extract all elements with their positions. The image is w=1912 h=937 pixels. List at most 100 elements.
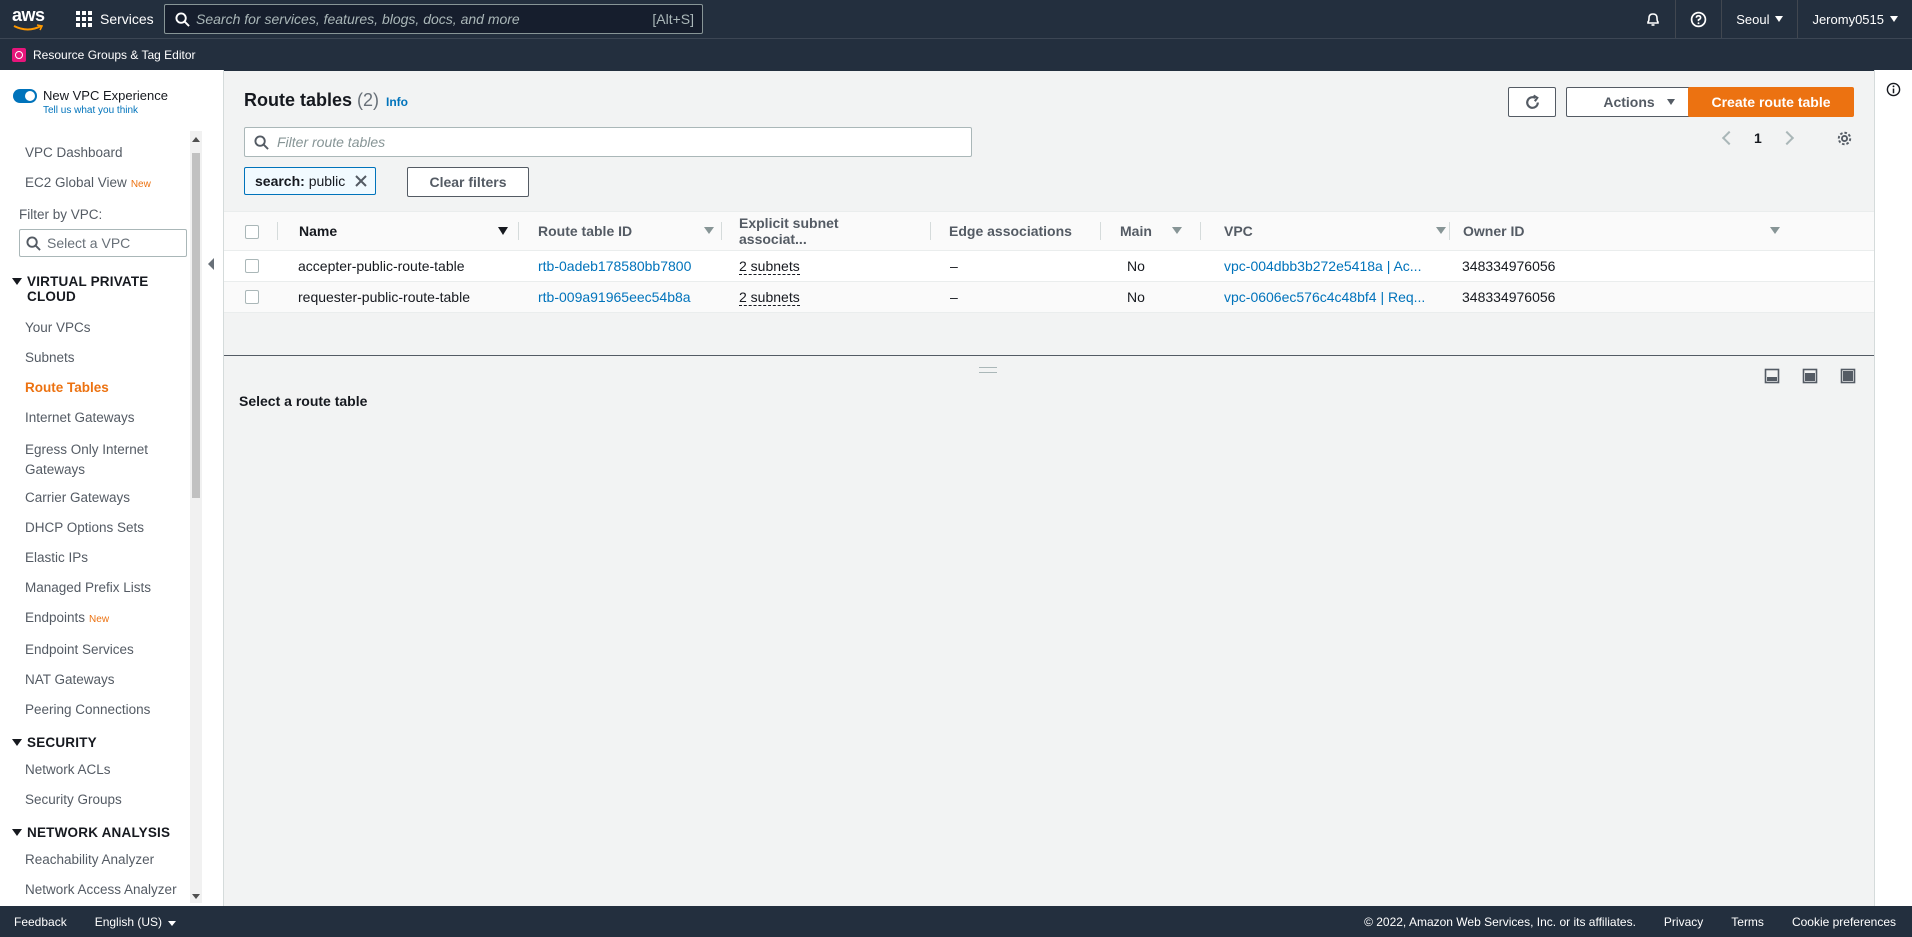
sidebar-item-endpoint-services[interactable]: Endpoint Services <box>25 642 134 657</box>
column-header-label: Name <box>299 223 338 239</box>
filter-by-vpc-label: Filter by VPC: <box>19 207 103 222</box>
column-header-route-table-id[interactable]: Route table ID <box>538 212 718 250</box>
region-selector[interactable]: Seoul <box>1721 0 1797 38</box>
cell-vpc-link[interactable]: vpc-0606ec576c4c48bf4 | Req... <box>1224 282 1425 312</box>
sidebar-item-reachability-analyzer[interactable]: Reachability Analyzer <box>25 852 154 867</box>
section-label: SECURITY <box>27 735 97 750</box>
aws-logo[interactable]: aws <box>12 5 46 33</box>
sidebar-item-dhcp-options-sets[interactable]: DHCP Options Sets <box>25 520 144 535</box>
close-icon[interactable] <box>353 173 369 189</box>
global-search-input[interactable] <box>190 11 653 27</box>
column-divider <box>518 222 519 240</box>
sidebar-item-route-tables[interactable]: Route Tables <box>25 380 109 395</box>
create-route-table-button[interactable]: Create route table <box>1688 87 1854 117</box>
scroll-up-arrow-icon[interactable] <box>192 137 200 142</box>
column-header-main[interactable]: Main <box>1120 212 1190 250</box>
services-menu-button[interactable]: Services <box>76 0 154 38</box>
cell-subnet-associations[interactable]: 2 subnets <box>739 251 800 281</box>
table-row[interactable]: requester-public-route-table rtb-009a919… <box>224 282 1874 313</box>
sidebar-item-carrier-gateways[interactable]: Carrier Gateways <box>25 490 130 505</box>
chevron-left-icon[interactable] <box>1721 130 1737 146</box>
global-search[interactable]: [Alt+S] <box>164 4 703 34</box>
panel-side-icon[interactable] <box>1802 368 1818 384</box>
pagination: 1 <box>1721 130 1794 146</box>
notifications-button[interactable] <box>1631 0 1675 38</box>
sidebar-item-elastic-ips[interactable]: Elastic IPs <box>25 550 88 565</box>
sidebar-item-network-acls[interactable]: Network ACLs <box>25 762 111 777</box>
help-button[interactable] <box>1675 0 1721 38</box>
panel-bottom-icon[interactable] <box>1764 368 1780 384</box>
info-link[interactable]: Info <box>386 95 408 109</box>
sidebar-item-endpoints[interactable]: Endpoints New <box>25 610 109 625</box>
sidebar-item-internet-gateways[interactable]: Internet Gateways <box>25 410 135 425</box>
sidebar-item-ec2-global-view[interactable]: EC2 Global View New <box>25 175 151 190</box>
collapse-sidebar-icon[interactable] <box>208 258 214 270</box>
cell-route-table-id-link[interactable]: rtb-009a91965eec54b8a <box>538 282 691 312</box>
info-circle-icon[interactable] <box>1886 82 1901 97</box>
sidebar-scrollbar[interactable] <box>190 131 202 903</box>
new-vpc-toggle[interactable] <box>13 89 37 103</box>
caret-down-icon <box>12 739 22 746</box>
vpc-filter-select[interactable]: Select a VPC <box>19 229 187 257</box>
subnets-popover-trigger[interactable]: 2 subnets <box>739 289 800 306</box>
scroll-down-arrow-icon[interactable] <box>192 894 200 899</box>
section-network-analysis[interactable]: NETWORK ANALYSIS <box>12 825 170 840</box>
sidebar-item-peering-connections[interactable]: Peering Connections <box>25 702 150 717</box>
sidebar-item-vpc-dashboard[interactable]: VPC Dashboard <box>25 145 123 160</box>
page-number[interactable]: 1 <box>1754 130 1762 146</box>
terms-link[interactable]: Terms <box>1731 915 1764 929</box>
row-checkbox[interactable] <box>245 259 259 273</box>
sidebar-item-managed-prefix-lists[interactable]: Managed Prefix Lists <box>25 580 151 595</box>
filter-input[interactable] <box>269 134 971 150</box>
route-tables-table: Name Route table ID Explicit subnet asso… <box>224 211 1874 313</box>
caret-down-icon <box>12 829 22 836</box>
resource-groups-link[interactable]: Resource Groups & Tag Editor <box>33 48 196 62</box>
subnets-popover-trigger[interactable]: 2 subnets <box>739 258 800 275</box>
column-divider <box>1200 222 1201 240</box>
column-header-edge-associations[interactable]: Edge associations <box>949 212 1099 250</box>
column-header-vpc[interactable]: VPC <box>1224 212 1446 250</box>
caret-down-icon <box>1666 99 1675 105</box>
language-selector[interactable]: English (US) <box>95 915 177 929</box>
sidebar: New VPC Experience Tell us what you thin… <box>0 70 224 906</box>
feedback-link[interactable]: Tell us what you think <box>43 105 168 116</box>
privacy-link[interactable]: Privacy <box>1664 915 1703 929</box>
account-menu[interactable]: Jeromy0515 <box>1797 0 1912 38</box>
table-row[interactable]: accepter-public-route-table rtb-0adeb178… <box>224 251 1874 282</box>
row-checkbox[interactable] <box>245 290 259 304</box>
column-header-name[interactable]: Name <box>299 212 509 250</box>
sidebar-item-egress-only-internet-gateways[interactable]: Egress Only Internet Gateways <box>25 440 165 480</box>
sidebar-item-your-vpcs[interactable]: Your VPCs <box>25 320 91 335</box>
sidebar-item-subnets[interactable]: Subnets <box>25 350 75 365</box>
panel-maximize-icon[interactable] <box>1840 368 1856 384</box>
refresh-button[interactable] <box>1508 87 1556 117</box>
sidebar-item-nat-gateways[interactable]: NAT Gateways <box>25 672 115 687</box>
page-title-text: Route tables <box>244 90 353 110</box>
resize-handle-icon[interactable] <box>979 367 997 373</box>
select-all-checkbox[interactable] <box>245 225 259 239</box>
vpc-select-placeholder: Select a VPC <box>47 235 131 251</box>
clear-filters-button[interactable]: Clear filters <box>407 167 529 197</box>
scroll-thumb[interactable] <box>192 153 200 498</box>
section-security[interactable]: SECURITY <box>12 735 97 750</box>
feedback-link[interactable]: Feedback <box>14 915 67 929</box>
details-split-panel: Select a route table <box>224 355 1874 907</box>
column-header-label: Owner ID <box>1463 223 1525 239</box>
region-label: Seoul <box>1736 11 1770 27</box>
cell-vpc-link[interactable]: vpc-004dbb3b272e5418a | Ac... <box>1224 251 1421 281</box>
cell-subnet-associations[interactable]: 2 subnets <box>739 282 800 312</box>
column-header-owner-id[interactable]: Owner ID <box>1463 212 1783 250</box>
preferences-button[interactable] <box>1836 130 1853 150</box>
filter-route-tables[interactable] <box>244 127 972 157</box>
new-badge: New <box>130 179 151 190</box>
column-header-explicit-subnet[interactable]: Explicit subnet associat... <box>739 212 909 250</box>
section-virtual-private-cloud[interactable]: VIRTUAL PRIVATE CLOUD <box>12 274 157 304</box>
cookie-preferences-link[interactable]: Cookie preferences <box>1792 915 1896 929</box>
favorites-bar: Resource Groups & Tag Editor <box>0 38 1912 71</box>
sidebar-item-security-groups[interactable]: Security Groups <box>25 792 122 807</box>
services-label: Services <box>100 11 154 27</box>
cell-route-table-id-link[interactable]: rtb-0adeb178580bb7800 <box>538 251 691 281</box>
column-header-label: Edge associations <box>949 223 1072 239</box>
sidebar-item-network-access-analyzer[interactable]: Network Access Analyzer <box>25 882 177 897</box>
chevron-right-icon[interactable] <box>1779 130 1794 146</box>
